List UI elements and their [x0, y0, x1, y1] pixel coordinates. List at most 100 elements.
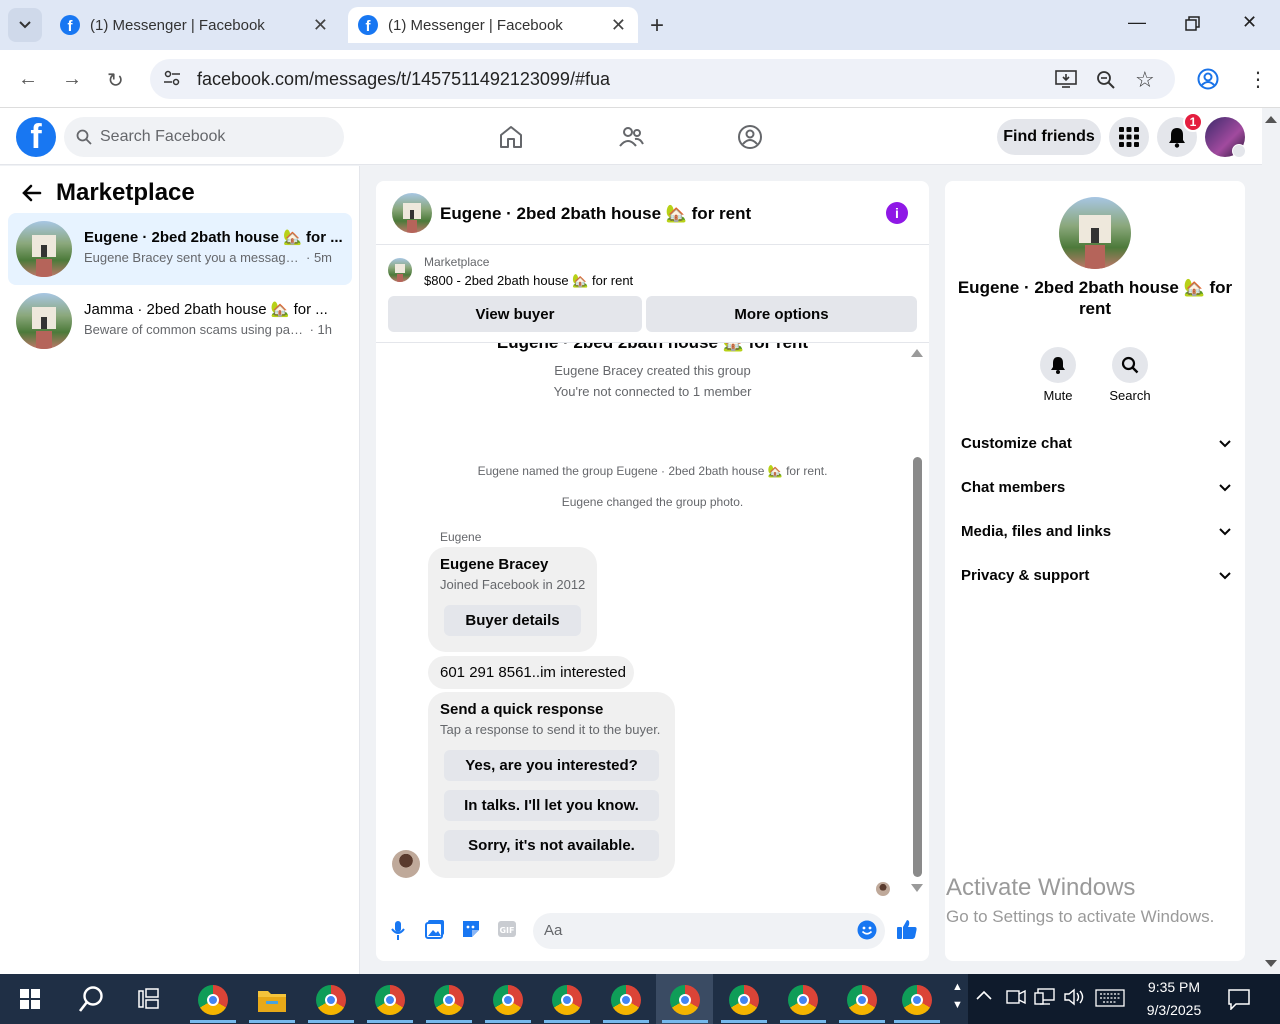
- close-window-icon[interactable]: ✕: [1242, 12, 1257, 33]
- emoji-icon[interactable]: [857, 920, 877, 940]
- home-icon[interactable]: [498, 124, 524, 150]
- message-input[interactable]: [533, 913, 885, 949]
- bell-icon: [1169, 128, 1185, 148]
- chrome-taskbar-icon[interactable]: [434, 985, 464, 1015]
- privacy-support-section[interactable]: Privacy & support: [961, 567, 1231, 584]
- scrollbar-thumb[interactable]: [913, 457, 922, 877]
- search-icon[interactable]: [78, 985, 104, 1013]
- quick-response-button[interactable]: Sorry, it's not available.: [444, 830, 659, 861]
- buyer-details-button[interactable]: Buyer details: [444, 605, 581, 636]
- browser-tab-active[interactable]: f (1) Messenger | Facebook ✕: [348, 7, 638, 43]
- chrome-taskbar-icon[interactable]: [788, 985, 818, 1015]
- taskbar-overflow-arrows[interactable]: ▲ ▼: [952, 978, 963, 1014]
- chrome-taskbar-icon[interactable]: [902, 985, 932, 1015]
- chrome-taskbar-icon[interactable]: [552, 985, 582, 1015]
- network-icon[interactable]: [1034, 988, 1056, 1006]
- reload-icon[interactable]: ↻: [107, 68, 124, 93]
- page-scroll-down-arrow[interactable]: [1265, 960, 1277, 967]
- chrome-taskbar-icon[interactable]: [198, 985, 228, 1015]
- install-app-icon[interactable]: [1055, 69, 1077, 89]
- thumbs-up-icon[interactable]: [896, 918, 918, 940]
- show-hidden-icons-icon[interactable]: [976, 990, 992, 1000]
- minimize-icon[interactable]: —: [1128, 12, 1146, 33]
- chrome-taskbar-icon[interactable]: [729, 985, 759, 1015]
- close-tab-icon[interactable]: ✕: [611, 15, 626, 36]
- bookmark-star-icon[interactable]: ☆: [1135, 67, 1155, 93]
- windows-start-icon[interactable]: [20, 989, 40, 1009]
- quick-response-button[interactable]: Yes, are you interested?: [444, 750, 659, 781]
- back-icon[interactable]: ←: [18, 68, 38, 91]
- search-placeholder: Search Facebook: [100, 128, 226, 145]
- site-info-icon[interactable]: [163, 69, 181, 87]
- restore-icon[interactable]: [1185, 16, 1201, 32]
- chrome-taskbar-icon[interactable]: [375, 985, 405, 1015]
- sticker-icon[interactable]: [461, 919, 481, 939]
- account-chevron-icon[interactable]: [1232, 144, 1246, 158]
- more-options-button[interactable]: More options: [646, 296, 917, 332]
- microphone-icon[interactable]: [389, 919, 407, 941]
- system-message: Eugene Bracey created this group: [554, 363, 751, 378]
- tab-list-button[interactable]: [8, 8, 42, 42]
- system-message: Eugene named the group Eugene · 2bed 2ba…: [477, 464, 828, 478]
- bell-icon: [1051, 357, 1065, 374]
- forward-icon[interactable]: →: [62, 68, 82, 91]
- chrome-taskbar-icon[interactable]: [847, 985, 877, 1015]
- sender-avatar[interactable]: [392, 850, 420, 878]
- section-label: Customize chat: [961, 435, 1072, 452]
- customize-chat-section[interactable]: Customize chat: [961, 435, 1231, 452]
- scroll-down-arrow[interactable]: [911, 884, 923, 892]
- close-tab-icon[interactable]: ✕: [313, 15, 328, 36]
- menu-grid-button[interactable]: [1109, 117, 1149, 157]
- chevron-down-icon: [19, 21, 31, 29]
- search-conversation-button[interactable]: [1112, 347, 1148, 383]
- mute-label: Mute: [1043, 388, 1073, 403]
- photo-icon[interactable]: [425, 919, 445, 939]
- task-view-icon[interactable]: [138, 988, 162, 1010]
- conversation-item[interactable]: Eugene · 2bed 2bath house 🏡 for ... Euge…: [8, 213, 352, 285]
- buyer-joined: Joined Facebook in 2012: [440, 577, 586, 592]
- taskbar-running-indicator: [839, 1020, 885, 1023]
- taskbar-running-indicator: [544, 1020, 590, 1023]
- view-buyer-button[interactable]: View buyer: [388, 296, 642, 332]
- gif-icon[interactable]: GIF: [497, 919, 517, 939]
- media-files-links-section[interactable]: Media, files and links: [961, 523, 1231, 540]
- chrome-taskbar-icon[interactable]: [611, 985, 641, 1015]
- clock-time[interactable]: 9:35 PM: [1145, 979, 1203, 995]
- mute-button[interactable]: [1040, 347, 1076, 383]
- groups-icon[interactable]: [737, 124, 763, 150]
- volume-icon[interactable]: [1064, 988, 1086, 1006]
- device-icon[interactable]: [1006, 988, 1026, 1006]
- listing-price[interactable]: $800 - 2bed 2bath house 🏡 for rent: [424, 273, 633, 289]
- conversation-title: Eugene · 2bed 2bath house 🏡 for ...: [84, 229, 343, 246]
- conversation-title: Jamma · 2bed 2bath house 🏡 for ...: [84, 301, 328, 318]
- new-tab-icon[interactable]: +: [650, 12, 664, 40]
- url-text[interactable]: facebook.com/messages/t/1457511492123099…: [197, 69, 610, 90]
- browser-tab[interactable]: f (1) Messenger | Facebook ✕: [50, 7, 340, 43]
- quick-response-button[interactable]: In talks. I'll let you know.: [444, 790, 659, 821]
- zoom-icon[interactable]: [1096, 70, 1116, 90]
- chat-members-section[interactable]: Chat members: [961, 479, 1231, 496]
- profile-icon[interactable]: [1197, 68, 1219, 90]
- chat-profile-image[interactable]: [1059, 197, 1131, 269]
- scroll-up-arrow[interactable]: [911, 349, 923, 357]
- chat-title[interactable]: Eugene · 2bed 2bath house 🏡 for rent: [440, 204, 751, 224]
- info-icon[interactable]: i: [886, 202, 908, 224]
- friends-icon[interactable]: [618, 124, 644, 150]
- action-center-icon[interactable]: [1228, 988, 1250, 1010]
- sender-name: Eugene: [440, 530, 482, 544]
- back-arrow-icon[interactable]: [22, 183, 42, 203]
- keyboard-icon[interactable]: [1095, 989, 1125, 1007]
- find-friends-button[interactable]: Find friends: [997, 119, 1101, 155]
- chrome-taskbar-icon[interactable]: [316, 985, 346, 1015]
- svg-text:GIF: GIF: [499, 926, 514, 935]
- conversation-item[interactable]: Jamma · 2bed 2bath house 🏡 for ... Bewar…: [8, 285, 352, 357]
- file-explorer-icon[interactable]: [257, 987, 287, 1013]
- facebook-logo-icon[interactable]: f: [16, 117, 56, 157]
- clock-date[interactable]: 9/3/2025: [1145, 1002, 1203, 1018]
- chrome-taskbar-icon[interactable]: [670, 985, 700, 1015]
- browser-menu-icon[interactable]: ⋮: [1248, 67, 1268, 92]
- page-scroll-up-arrow[interactable]: [1265, 116, 1277, 123]
- chrome-taskbar-icon[interactable]: [493, 985, 523, 1015]
- section-label: Chat members: [961, 479, 1066, 496]
- chat-avatar[interactable]: [392, 193, 432, 233]
